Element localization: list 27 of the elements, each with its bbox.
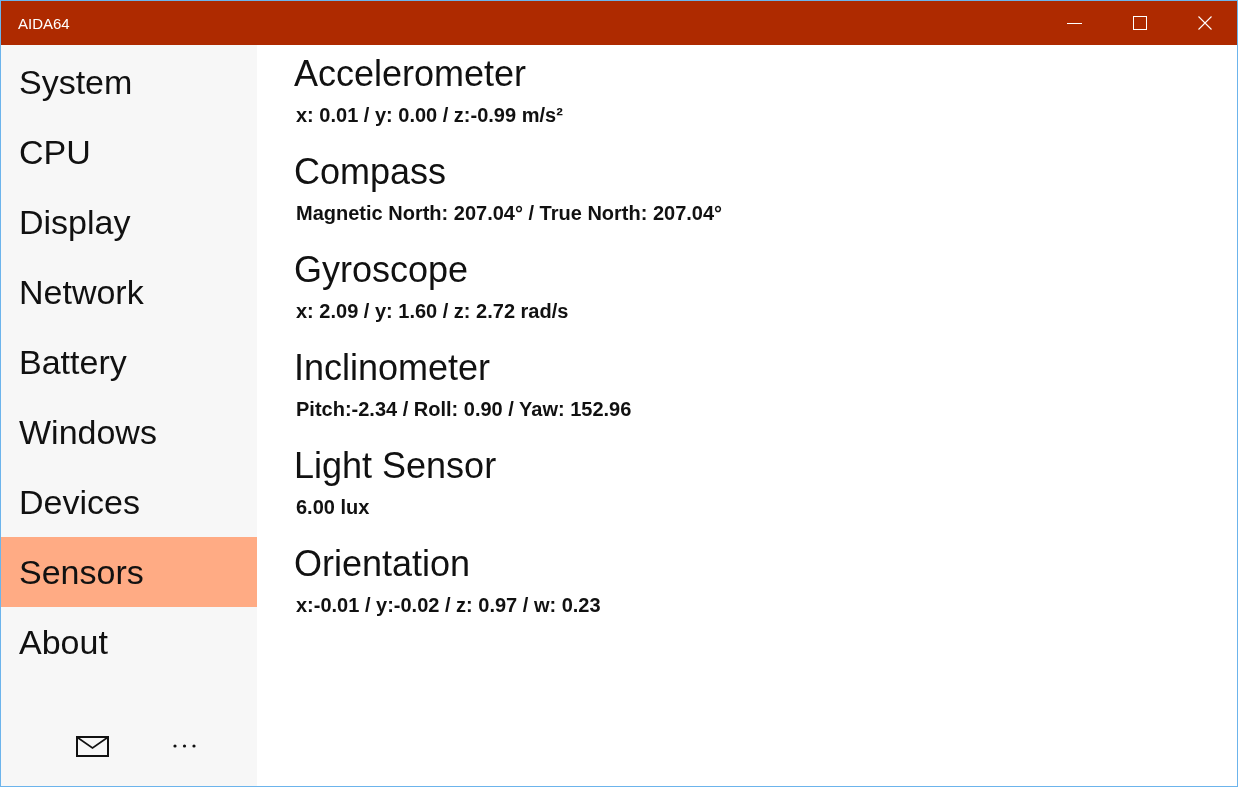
sensor-title: Inclinometer — [294, 346, 491, 390]
nav-item[interactable]: Battery — [1, 327, 257, 397]
sensor-value: x: 0.01 / y: 0.00 / z:-0.99 m/s² — [296, 103, 563, 128]
sensor-value: 6.00 lux — [296, 495, 370, 520]
sensor-value: x:-0.01 / y:-0.02 / z: 0.97 / w: 0.23 — [296, 593, 601, 618]
sensor-value: x: 2.09 / y: 1.60 / z: 2.72 rad/s — [296, 299, 569, 324]
maximize-icon — [1132, 16, 1147, 30]
sensor-value: Pitch:-2.34 / Roll: 0.90 / Yaw: 152.96 — [296, 397, 632, 422]
nav-item[interactable]: CPU — [1, 117, 257, 187]
sensor-title: Orientation — [294, 542, 471, 586]
sensor-title: Compass — [294, 150, 447, 194]
minimize-icon — [1067, 22, 1082, 24]
nav-item[interactable]: Devices — [1, 467, 257, 537]
sensor-title: Accelerometer — [294, 52, 527, 96]
envelope-icon — [75, 735, 109, 757]
nav-item[interactable]: Network — [1, 257, 257, 327]
nav-item[interactable]: Display — [1, 187, 257, 257]
nav-item[interactable]: System — [1, 47, 257, 117]
close-icon — [1197, 16, 1212, 30]
sensor-title: Gyroscope — [294, 248, 469, 292]
sensor-title: Light Sensor — [294, 444, 497, 488]
nav-item[interactable]: Windows — [1, 397, 257, 467]
window-title: AIDA64 — [18, 14, 70, 32]
more-icon — [172, 744, 196, 748]
nav-item[interactable]: About — [1, 607, 257, 677]
nav-item[interactable]: Sensors — [1, 537, 257, 607]
sensor-value: Magnetic North: 207.04° / True North: 207.04° — [296, 201, 723, 226]
